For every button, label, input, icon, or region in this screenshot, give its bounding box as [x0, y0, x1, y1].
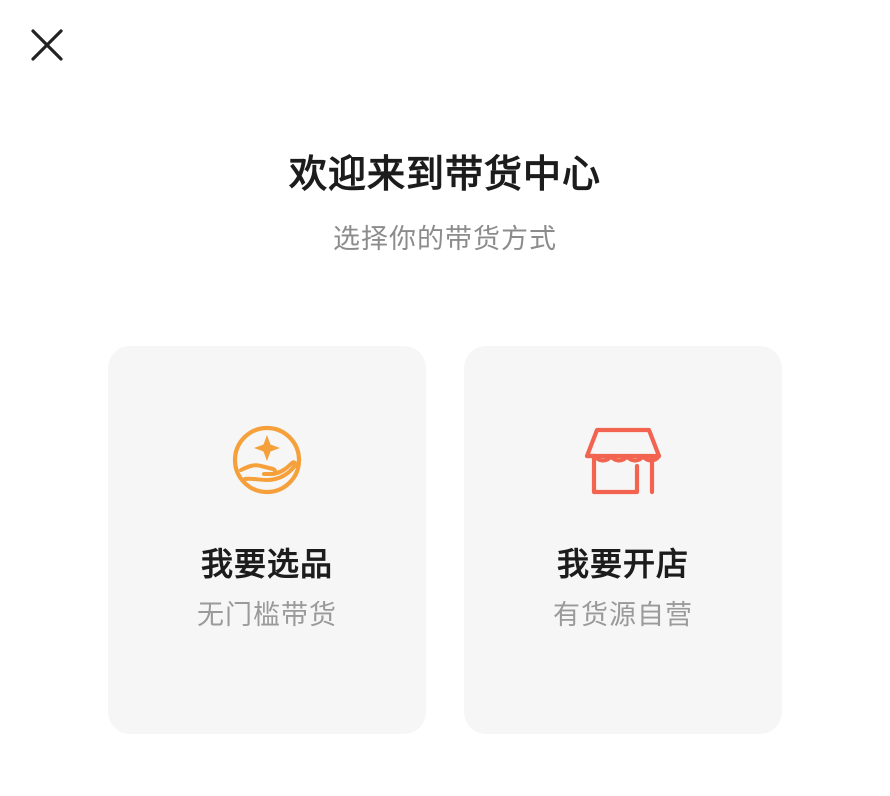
- close-button[interactable]: [24, 22, 70, 68]
- welcome-sheet: 欢迎来到带货中心 选择你的带货方式 我要选品 无门槛带货 我要开店 有货源自营: [0, 0, 890, 796]
- select-products-desc: 无门槛带货: [197, 600, 337, 631]
- open-store-card[interactable]: 我要开店 有货源自营: [464, 346, 782, 734]
- open-store-title: 我要开店: [556, 545, 689, 583]
- hand-star-icon: [227, 420, 307, 500]
- page-subtitle: 选择你的带货方式: [333, 224, 557, 255]
- page-title: 欢迎来到带货中心: [288, 152, 601, 196]
- open-store-desc: 有货源自营: [553, 600, 693, 631]
- store-icon: [583, 420, 663, 500]
- select-products-title: 我要选品: [200, 545, 333, 583]
- close-icon: [31, 29, 63, 61]
- select-products-card[interactable]: 我要选品 无门槛带货: [108, 346, 426, 734]
